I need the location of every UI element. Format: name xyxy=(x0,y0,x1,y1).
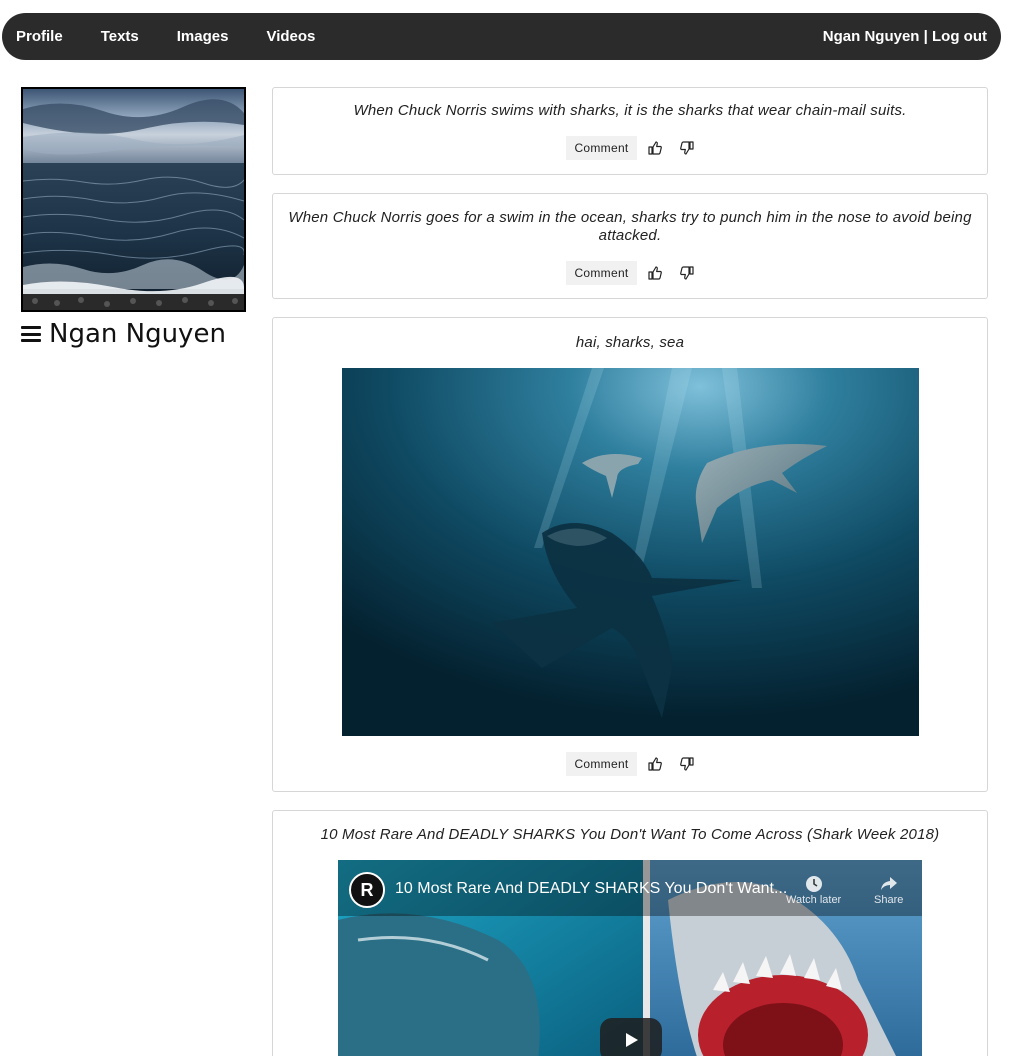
thumbs-up-icon[interactable] xyxy=(647,266,662,280)
text-post: When Chuck Norris goes for a swim in the… xyxy=(272,193,988,299)
profile-photo xyxy=(21,87,246,312)
image-post: hai, sharks, sea Comment xyxy=(272,317,988,792)
channel-logo-icon[interactable]: R xyxy=(349,872,385,908)
profile-name-row: Ngan Nguyen xyxy=(21,316,226,352)
nav-images[interactable]: Images xyxy=(177,28,229,45)
text-post: When Chuck Norris swims with sharks, it … xyxy=(272,87,988,175)
sharks-underwater-image[interactable] xyxy=(342,368,919,736)
watch-later-control[interactable]: Watch later xyxy=(786,874,841,906)
logout-link[interactable]: Log out xyxy=(932,28,987,45)
top-navbar: Profile Texts Images Videos Ngan Nguyen … xyxy=(2,13,1001,60)
play-icon xyxy=(626,1033,638,1047)
thumbs-up-icon[interactable] xyxy=(647,141,662,155)
post-actions: Comment xyxy=(273,136,987,160)
nav-separator: | xyxy=(919,28,933,45)
nav-texts[interactable]: Texts xyxy=(101,28,139,45)
comment-button[interactable]: Comment xyxy=(566,752,637,776)
post-actions: Comment xyxy=(273,261,987,285)
post-text: When Chuck Norris swims with sharks, it … xyxy=(353,102,907,119)
comment-button[interactable]: Comment xyxy=(566,136,637,160)
comment-button[interactable]: Comment xyxy=(566,261,637,285)
thumbs-down-icon[interactable] xyxy=(679,757,694,771)
play-button[interactable] xyxy=(600,1018,662,1056)
thumbs-down-icon[interactable] xyxy=(679,141,694,155)
nav-user-name[interactable]: Ngan Nguyen xyxy=(823,28,920,45)
thumbs-up-icon[interactable] xyxy=(647,757,662,771)
hamburger-icon[interactable] xyxy=(21,326,41,342)
video-title[interactable]: 10 Most Rare And DEADLY SHARKS You Don't… xyxy=(395,880,787,898)
share-icon xyxy=(880,877,897,890)
nav-profile[interactable]: Profile xyxy=(16,28,63,45)
share-label: Share xyxy=(874,894,904,906)
thumbs-down-icon[interactable] xyxy=(679,266,694,280)
post-actions: Comment xyxy=(273,752,987,776)
video-post: 10 Most Rare And DEADLY SHARKS You Don't… xyxy=(272,810,988,1056)
nav-videos[interactable]: Videos xyxy=(266,28,315,45)
post-text: When Chuck Norris goes for a swim in the… xyxy=(288,209,972,244)
clock-icon xyxy=(805,876,822,892)
post-caption: 10 Most Rare And DEADLY SHARKS You Don't… xyxy=(320,826,940,843)
post-caption: hai, sharks, sea xyxy=(575,334,685,351)
nav-links: Profile Texts Images Videos xyxy=(16,28,353,45)
profile-name: Ngan Nguyen xyxy=(49,319,226,349)
nav-user-area: Ngan Nguyen | Log out xyxy=(823,28,987,45)
watch-later-label: Watch later xyxy=(786,894,842,906)
video-player[interactable]: R 10 Most Rare And DEADLY SHARKS You Don… xyxy=(338,860,922,1056)
share-control[interactable]: Share xyxy=(874,874,903,906)
